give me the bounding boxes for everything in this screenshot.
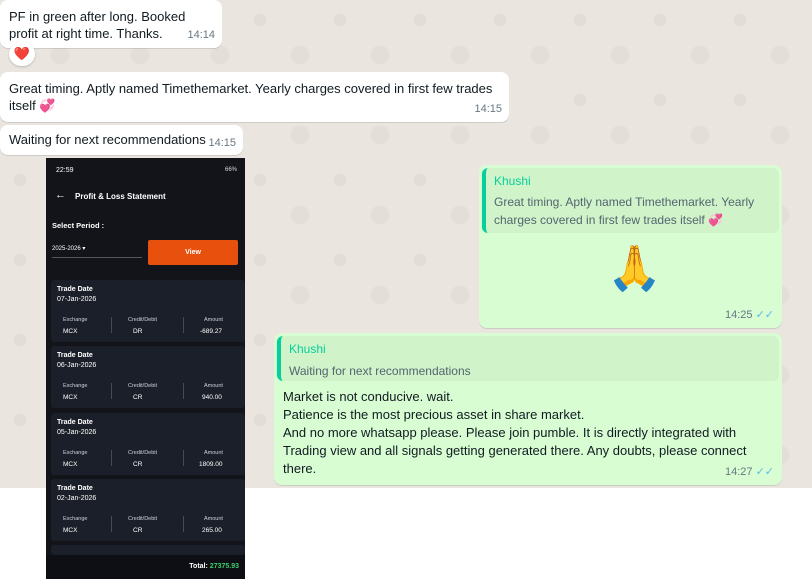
incoming-message[interactable]: Waiting for next recommendations 14:15	[0, 125, 243, 155]
col-exchange: Exchange	[63, 450, 88, 456]
col-exchange: Exchange	[63, 383, 88, 389]
divider	[183, 450, 184, 466]
amount-value: -689.27	[200, 328, 223, 335]
message-line: Patience is the most precious asset in s…	[283, 407, 585, 422]
credit-debit-value: CR	[133, 527, 143, 534]
quoted-message[interactable]: Khushi Great timing. Aptly named Timethe…	[482, 168, 779, 233]
time-text: 14:25	[724, 309, 753, 321]
trade-date: 06-Jan-2026	[57, 362, 97, 369]
time-text: 14:27	[724, 466, 753, 478]
arrow-left-icon: ←	[55, 189, 66, 201]
trade-date-label: Trade Date	[57, 286, 93, 293]
total-label: Total:	[189, 563, 208, 570]
trade-card-partial	[51, 545, 245, 555]
folded-hands-emoji: 🙏	[607, 244, 662, 293]
outgoing-message[interactable]: Khushi Waiting for next recommendations …	[274, 333, 782, 485]
period-label: Select Period :	[52, 221, 105, 230]
double-check-icon: ✓✓	[755, 466, 774, 478]
view-button: View	[148, 240, 238, 265]
phone-title: Profit & Loss Statement	[75, 192, 166, 201]
message-time: 14:27 ✓✓	[725, 464, 774, 481]
trade-date-label: Trade Date	[57, 352, 93, 359]
phone-battery: 66%	[224, 167, 237, 173]
col-credit-debit: Credit/Debit	[128, 317, 158, 323]
trade-date-label: Trade Date	[57, 485, 93, 492]
reaction-emoji: ❤️	[13, 46, 31, 61]
credit-debit-value: DR	[133, 328, 143, 335]
trade-date: 05-Jan-2026	[57, 429, 97, 436]
divider	[183, 317, 184, 333]
trade-card: Trade Date 05-Jan-2026 Exchange MCX Cred…	[51, 413, 245, 475]
phone-status-time: 22:59	[56, 167, 74, 174]
quoted-text: Waiting for next recommendations	[289, 364, 471, 378]
amount-value: 1809.00	[199, 461, 223, 468]
col-credit-debit: Credit/Debit	[128, 450, 158, 456]
double-check-icon: ✓✓	[755, 309, 774, 321]
total-value: 27375.93	[209, 563, 239, 570]
message-time: 14:14	[187, 29, 215, 41]
col-amount: Amount	[204, 450, 223, 456]
message-line: Market is not conducive. wait.	[283, 389, 454, 404]
message-time: 14:15	[474, 103, 502, 115]
amount-value: 940.00	[202, 394, 222, 401]
period-select: 2025-2026 ▾	[52, 246, 86, 252]
col-amount: Amount	[204, 383, 223, 389]
col-exchange: Exchange	[63, 317, 88, 323]
divider	[111, 383, 112, 399]
exchange-value: MCX	[63, 527, 78, 534]
trade-card: Trade Date 02-Jan-2026 Exchange MCX Cred…	[51, 479, 245, 541]
col-amount: Amount	[204, 317, 223, 323]
divider	[183, 516, 184, 532]
incoming-message[interactable]: Great timing. Aptly named Timethemarket.…	[0, 72, 509, 122]
credit-debit-value: CR	[133, 394, 143, 401]
incoming-message[interactable]: PF in green after long. Booked profit at…	[0, 0, 222, 48]
outgoing-message[interactable]: Khushi Great timing. Aptly named Timethe…	[479, 165, 782, 328]
total: Total: 27375.93	[189, 563, 239, 570]
reaction-heart[interactable]: ❤️	[9, 42, 35, 66]
divider	[111, 516, 112, 532]
exchange-value: MCX	[63, 394, 78, 401]
trade-date: 07-Jan-2026	[57, 296, 97, 303]
col-credit-debit: Credit/Debit	[128, 516, 158, 522]
message-body: Market is not conducive. wait. Patience …	[283, 388, 753, 478]
message-text: Waiting for next recommendations	[9, 132, 206, 147]
divider	[183, 383, 184, 399]
message-text: PF in green after long. Booked profit at…	[9, 9, 186, 41]
credit-debit-value: CR	[133, 461, 143, 468]
col-amount: Amount	[204, 516, 223, 522]
quoted-message[interactable]: Khushi Waiting for next recommendations	[277, 336, 779, 381]
message-time: 14:25 ✓✓	[725, 307, 774, 324]
message-line: And no more whatsapp please. Please join…	[283, 425, 747, 476]
exchange-value: MCX	[63, 328, 78, 335]
quoted-sender: Khushi	[289, 342, 326, 356]
trade-card: Trade Date 07-Jan-2026 Exchange MCX Cred…	[51, 280, 245, 342]
total-footer: Total: 27375.93	[46, 555, 245, 579]
exchange-value: MCX	[63, 461, 78, 468]
message-time: 14:15	[208, 137, 236, 149]
divider	[111, 450, 112, 466]
trade-date: 02-Jan-2026	[57, 495, 97, 502]
col-credit-debit: Credit/Debit	[128, 383, 158, 389]
trade-card: Trade Date 06-Jan-2026 Exchange MCX Cred…	[51, 346, 245, 408]
trade-date-label: Trade Date	[57, 419, 93, 426]
profit-loss-screenshot[interactable]: 22:59 66% ← Profit & Loss Statement Sele…	[46, 158, 245, 579]
quoted-sender: Khushi	[494, 174, 531, 188]
amount-value: 265.00	[202, 527, 222, 534]
period-underline	[52, 257, 142, 258]
quoted-text: Great timing. Aptly named Timethemarket.…	[494, 195, 755, 227]
divider	[111, 317, 112, 333]
col-exchange: Exchange	[63, 516, 88, 522]
message-text: Great timing. Aptly named Timethemarket.…	[9, 81, 493, 113]
